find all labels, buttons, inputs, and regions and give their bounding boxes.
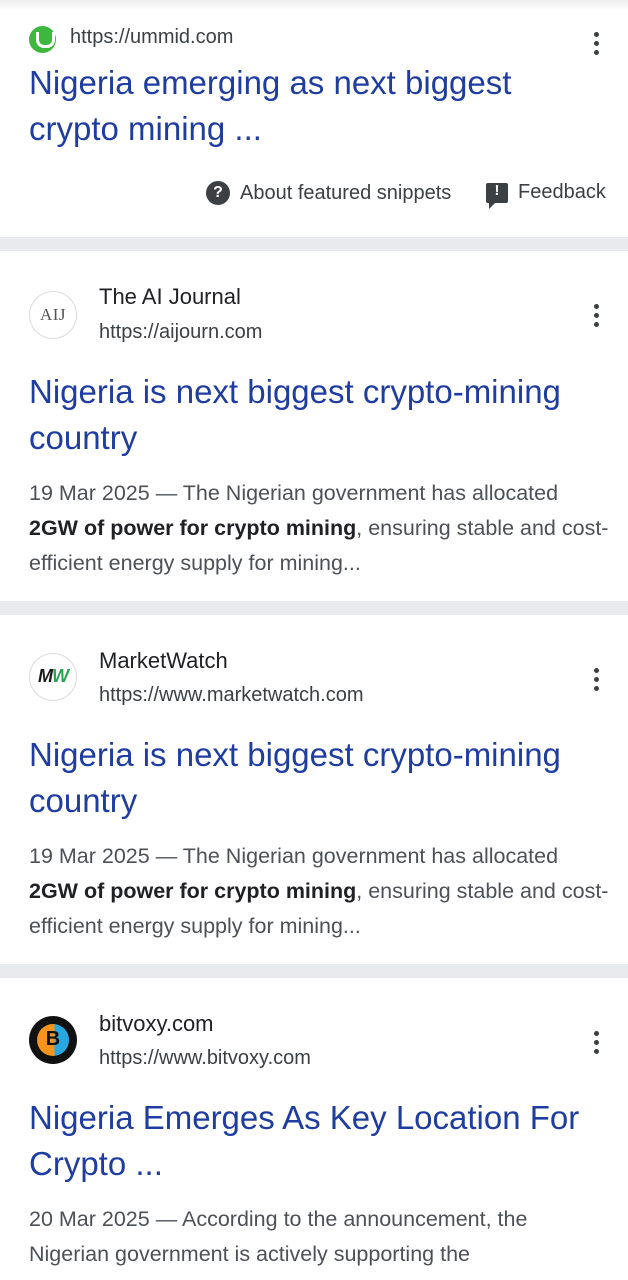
result-divider — [0, 237, 628, 251]
result-snippet: 20 Mar 2025 — According to the announcem… — [29, 1207, 528, 1266]
help-circle-icon: ? — [206, 181, 230, 205]
result-title-link[interactable]: Nigeria is next biggest crypto-mining co… — [29, 732, 609, 824]
ummid-favicon-icon — [29, 26, 56, 53]
search-result: MW MarketWatch https://www.marketwatch.c… — [0, 615, 628, 965]
featured-title-link[interactable]: Nigeria emerging as next biggest crypto … — [29, 60, 609, 152]
featured-snippet-card: https://ummid.com Nigeria emerging as ne… — [0, 10, 628, 236]
result-url[interactable]: https://www.marketwatch.com — [99, 684, 364, 707]
about-featured-snippets-label: About featured snippets — [240, 181, 452, 204]
result-title-link[interactable]: Nigeria Emerges As Key Location For Cryp… — [29, 1095, 609, 1187]
marketwatch-favicon-icon: MW — [29, 653, 77, 701]
result-more-icon[interactable] — [584, 665, 608, 695]
feedback-icon — [486, 182, 508, 209]
search-result: B bitvoxy.com https://www.bitvoxy.com Ni… — [0, 978, 628, 1280]
result-divider — [0, 601, 628, 615]
result-title-link[interactable]: Nigeria is next biggest crypto-mining co… — [29, 369, 609, 461]
result-divider — [0, 964, 628, 978]
result-site-name[interactable]: bitvoxy.com — [99, 1011, 214, 1037]
featured-more-icon[interactable] — [584, 29, 608, 59]
result-url[interactable]: https://aijourn.com — [99, 321, 262, 344]
top-shadow — [0, 0, 628, 10]
featured-url[interactable]: https://ummid.com — [70, 26, 233, 49]
result-url[interactable]: https://www.bitvoxy.com — [99, 1047, 311, 1070]
aij-favicon-icon: AIJ — [29, 291, 77, 339]
result-more-icon[interactable] — [584, 301, 608, 331]
result-site-name[interactable]: MarketWatch — [99, 648, 228, 674]
feedback-label: Feedback — [518, 181, 606, 203]
result-more-icon[interactable] — [584, 1028, 608, 1058]
feedback-link[interactable]: Feedback — [486, 181, 606, 209]
result-snippet: 19 Mar 2025 — The Nigerian government ha… — [29, 481, 609, 575]
bitvoxy-favicon-icon: B — [29, 1016, 77, 1064]
result-snippet: 19 Mar 2025 — The Nigerian government ha… — [29, 844, 609, 938]
result-site-name[interactable]: The AI Journal — [99, 284, 241, 310]
about-featured-snippets-link[interactable]: ? About featured snippets — [206, 181, 451, 205]
search-result: AIJ The AI Journal https://aijourn.com N… — [0, 251, 628, 601]
